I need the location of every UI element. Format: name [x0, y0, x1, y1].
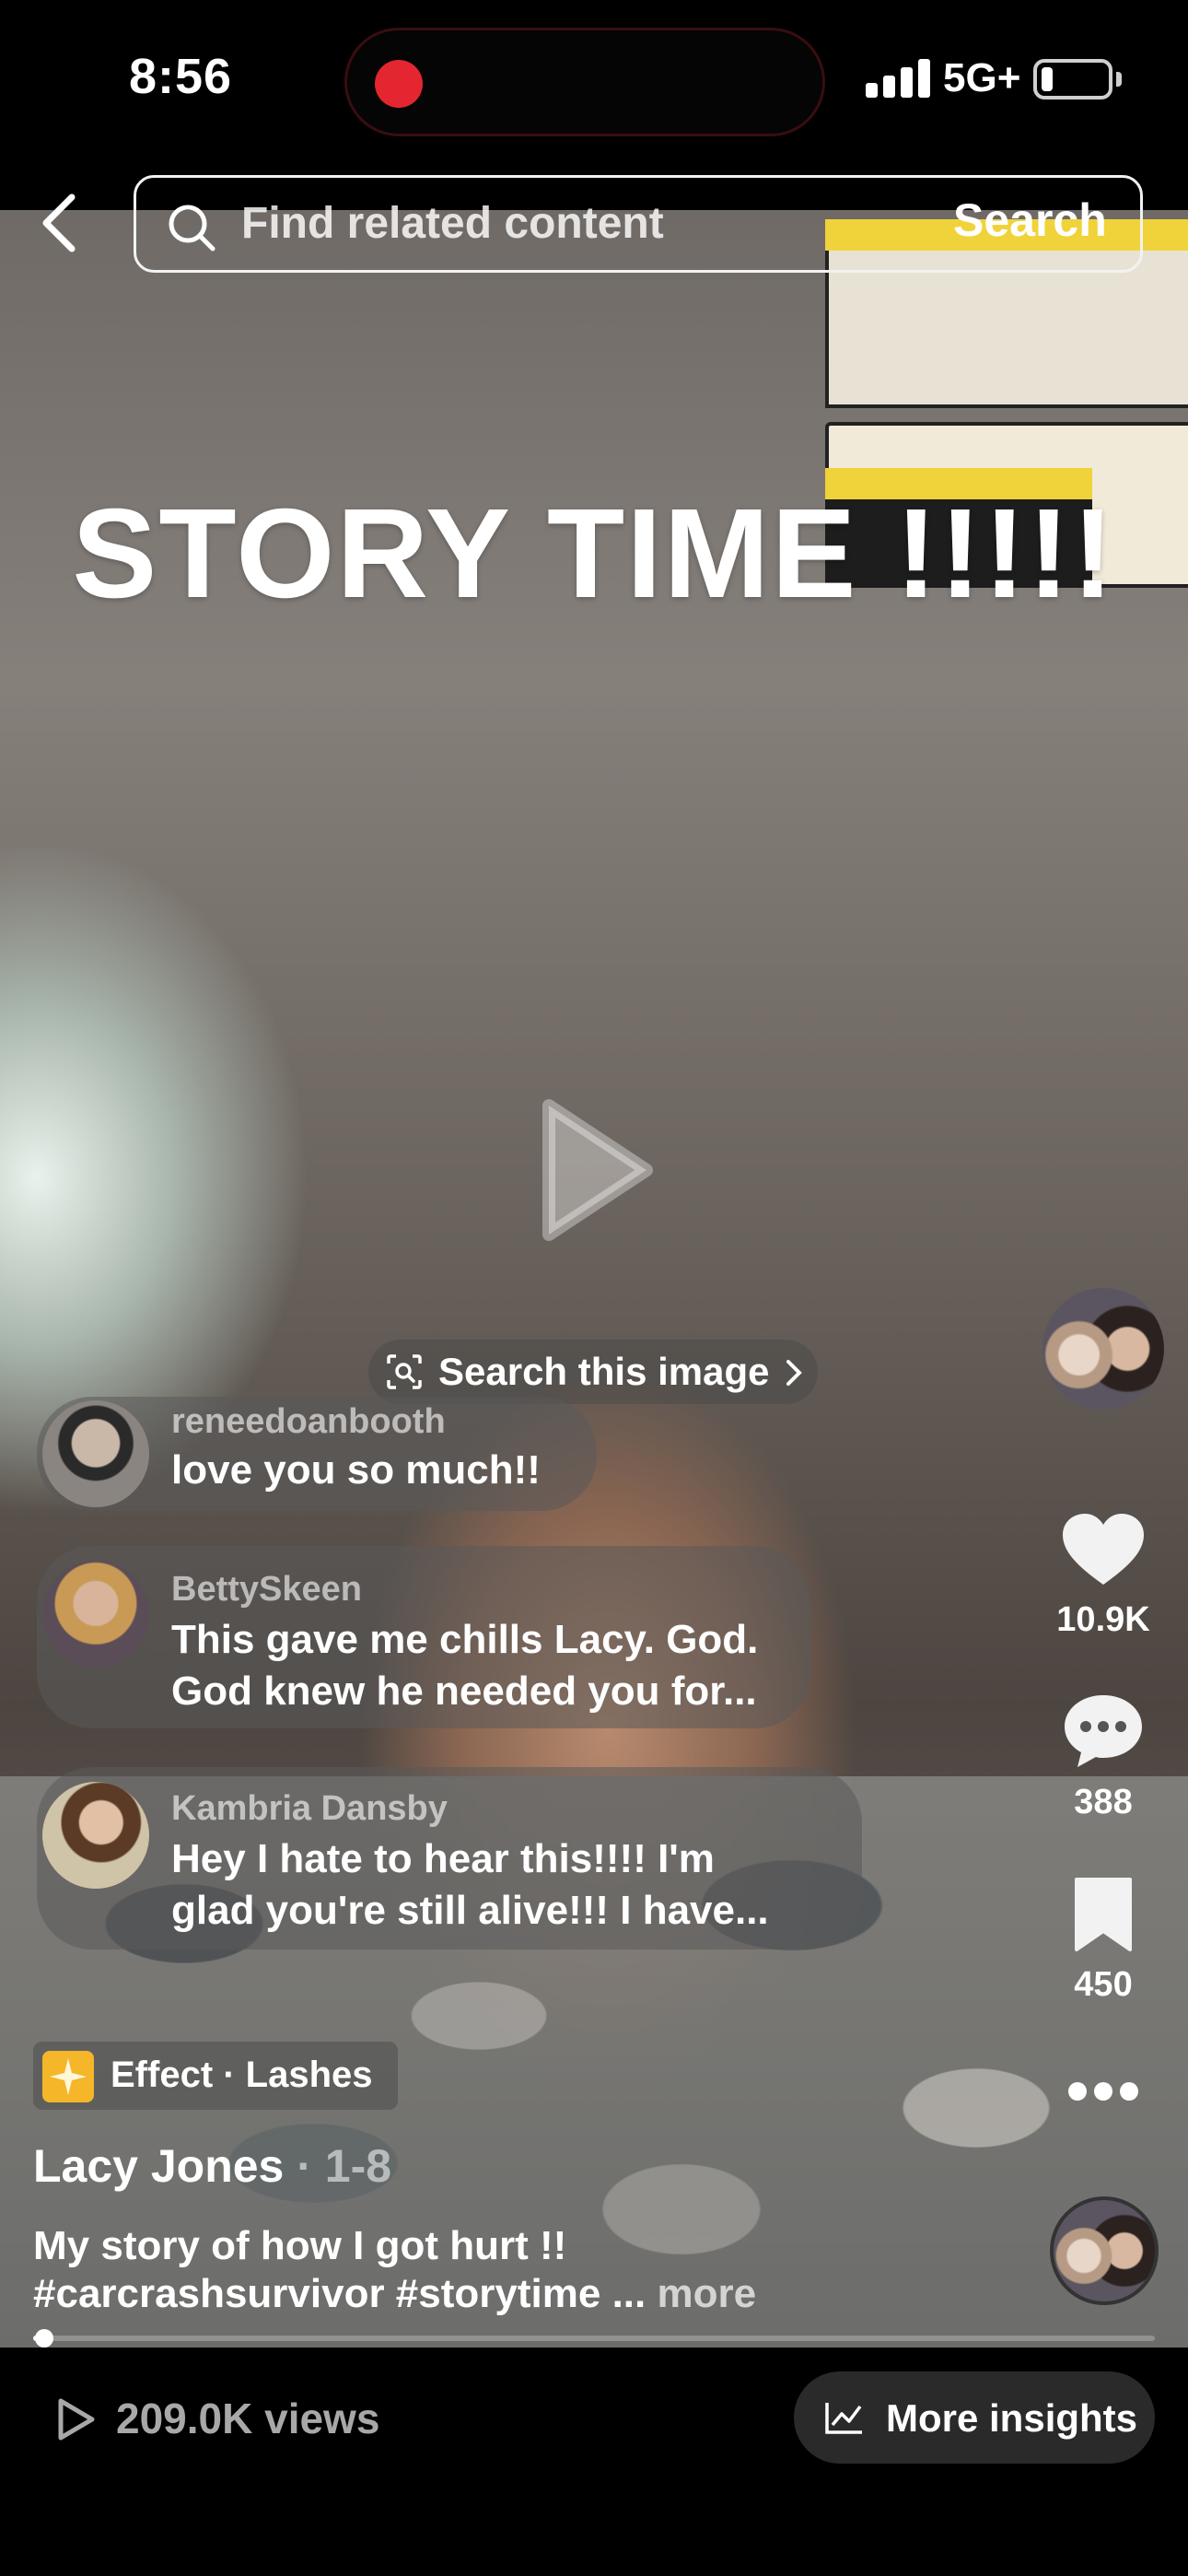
views-play-icon	[58, 2398, 95, 2441]
comment-bubble-icon	[1065, 1695, 1142, 1767]
comment-username: Kambria Dansby	[171, 1789, 448, 1828]
comment-bubble[interactable]: Kambria Dansby Hey I hate to hear this!!…	[37, 1767, 862, 1950]
comment-text-line: This gave me chills Lacy. God.	[171, 1617, 759, 1662]
comments-button[interactable]: 388	[1039, 1692, 1168, 1822]
effect-sparkle-icon	[42, 2051, 94, 2102]
comment-text-line: glad you're still alive!!! I have...	[171, 1888, 769, 1933]
progress-handle[interactable]	[35, 2329, 53, 2348]
status-bar: 8:56 5G+	[0, 0, 1188, 166]
effect-label: Effect · Lashes	[111, 2055, 373, 2095]
video-progress-bar[interactable]	[33, 2336, 1155, 2341]
creator-avatar[interactable]	[1042, 1288, 1164, 1410]
caption-more-link[interactable]: more	[657, 2271, 756, 2316]
network-type: 5G+	[943, 55, 1021, 100]
comment-count: 388	[1074, 1783, 1133, 1821]
search-placeholder: Find related content	[241, 199, 664, 248]
avatar[interactable]	[42, 1561, 149, 1668]
post-caption[interactable]: My story of how I got hurt !! #carcrashs…	[33, 2222, 756, 2318]
search-button[interactable]: Search	[953, 193, 1107, 247]
bookmark-icon	[1075, 1878, 1132, 1951]
comment-text-line: Hey I hate to hear this!!!! I'm	[171, 1836, 715, 1881]
search-this-image-label: Search this image	[438, 1350, 770, 1393]
view-count: 209.0K views	[116, 2395, 380, 2442]
caption-hashtags: #carcrashsurvivor #storytime ...	[33, 2271, 658, 2316]
more-insights-label: More insights	[886, 2396, 1138, 2440]
recording-indicator-icon	[375, 60, 423, 108]
creator-name[interactable]: Lacy Jones · 1-8	[33, 2139, 391, 2193]
like-button[interactable]: 10.9K	[1039, 1511, 1168, 1640]
comment-text-line: God knew he needed you for...	[171, 1669, 757, 1714]
creator-username[interactable]: Lacy Jones	[33, 2140, 284, 2192]
effect-chip[interactable]: Effect · Lashes	[33, 2042, 398, 2110]
dynamic-island	[344, 28, 825, 136]
avatar[interactable]	[42, 1782, 149, 1889]
search-this-image-button[interactable]: Search this image	[368, 1340, 818, 1404]
play-icon[interactable]	[536, 1096, 656, 1244]
music-disc-avatar[interactable]	[1050, 2196, 1159, 2305]
signal-strength-icon	[866, 57, 930, 98]
save-count: 450	[1074, 1965, 1133, 2004]
back-chevron-icon[interactable]	[35, 190, 90, 256]
post-date: · 1-8	[284, 2140, 392, 2192]
status-time: 8:56	[129, 49, 233, 104]
more-insights-button[interactable]: More insights	[794, 2371, 1155, 2464]
video-overlay-text: STORY TIME !!!!!	[72, 483, 1116, 625]
comment-text: love you so much!!	[171, 1447, 541, 1493]
comment-bubble[interactable]: BettySkeen This gave me chills Lacy. God…	[37, 1546, 810, 1728]
avatar[interactable]	[42, 1400, 149, 1507]
insights-chart-icon	[825, 2403, 862, 2434]
save-button[interactable]: 450	[1039, 1876, 1168, 2005]
heart-icon	[1063, 1514, 1144, 1585]
comment-bubble[interactable]: reneedoanbooth love you so much!!	[37, 1397, 597, 1511]
image-search-icon	[387, 1354, 422, 1389]
chevron-right-icon	[786, 1360, 802, 1386]
like-count: 10.9K	[1056, 1600, 1150, 1639]
search-icon	[169, 205, 215, 252]
comment-username: BettySkeen	[171, 1570, 362, 1609]
bottom-bar: 209.0K views More insights	[0, 2348, 1188, 2576]
battery-icon	[1033, 59, 1112, 100]
caption-line: My story of how I got hurt !!	[33, 2223, 567, 2268]
battery-tip	[1116, 72, 1122, 87]
comment-username: reneedoanbooth	[171, 1402, 446, 1441]
more-options-icon[interactable]	[1068, 2082, 1138, 2104]
